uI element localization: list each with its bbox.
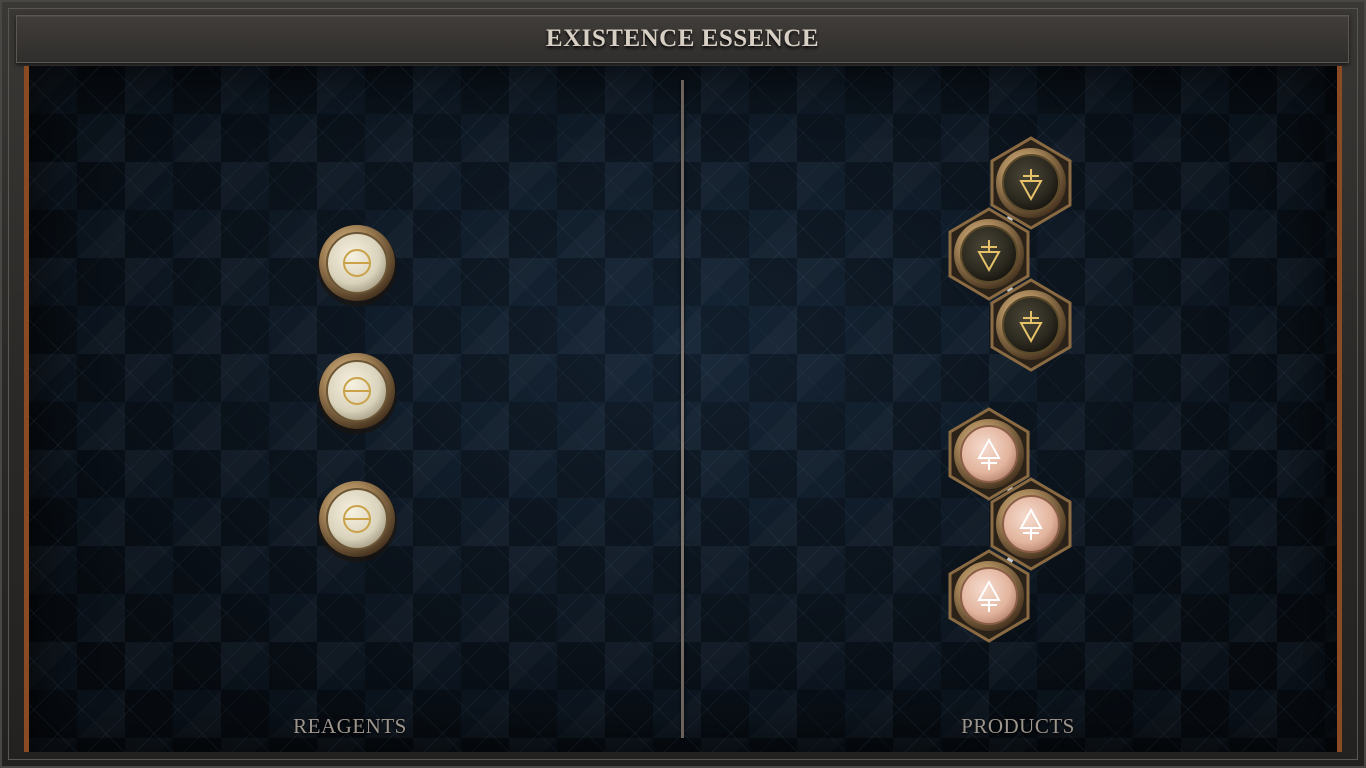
reagent-atom[interactable] <box>317 353 397 434</box>
reagent-atom[interactable] <box>317 225 397 306</box>
product-atom <box>990 278 1072 372</box>
product-atom <box>948 549 1030 643</box>
product-molecule-dark[interactable] <box>948 136 1072 372</box>
product-atom <box>990 477 1072 571</box>
product-molecule-light[interactable] <box>948 407 1072 643</box>
atoms-layer <box>317 136 1072 643</box>
product-atom <box>948 407 1030 501</box>
product-atom <box>990 136 1072 230</box>
product-atom <box>948 207 1030 301</box>
reagent-atom[interactable] <box>317 481 397 562</box>
